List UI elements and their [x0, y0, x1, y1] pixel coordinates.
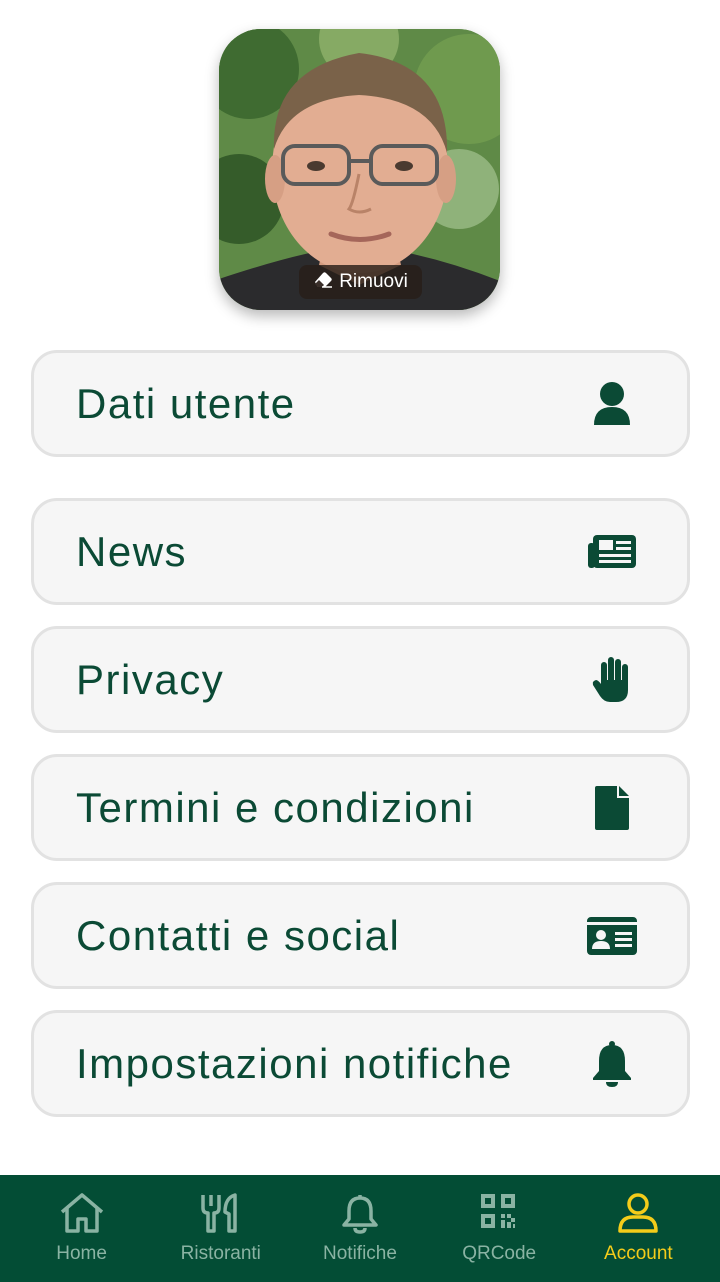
utensils-icon: [198, 1192, 244, 1243]
remove-photo-button[interactable]: Rimuovi: [299, 265, 422, 299]
nav-item-qrcode[interactable]: QRCode: [434, 1175, 564, 1282]
menu-item-label: News: [76, 527, 188, 575]
nav-item-ristoranti[interactable]: Ristoranti: [156, 1175, 286, 1282]
nav-item-notifiche[interactable]: Notifiche: [295, 1175, 425, 1282]
bell-outline-icon: [337, 1192, 383, 1243]
menu-item-privacy[interactable]: Privacy: [31, 626, 690, 733]
home-icon: [59, 1192, 105, 1243]
hand-icon: [585, 653, 639, 707]
newspaper-icon: [585, 525, 639, 579]
file-icon: [585, 781, 639, 835]
nav-label: Notifiche: [323, 1243, 397, 1264]
menu-item-impostazioni-notifiche[interactable]: Impostazioni notifiche: [31, 1010, 690, 1117]
profile-avatar[interactable]: Rimuovi: [219, 29, 500, 310]
nav-label: Ristoranti: [180, 1243, 261, 1264]
account-icon: [615, 1192, 661, 1243]
menu-item-dati-utente[interactable]: Dati utente: [31, 350, 690, 457]
qrcode-icon: [476, 1192, 522, 1243]
nav-item-home[interactable]: Home: [17, 1175, 147, 1282]
bottom-navigation: Home Ristoranti Notifiche QRCode Account: [0, 1175, 720, 1282]
remove-photo-label: Rimuovi: [339, 271, 408, 292]
menu-item-label: Dati utente: [76, 379, 296, 427]
menu-item-news[interactable]: News: [31, 498, 690, 605]
menu-item-contatti-social[interactable]: Contatti e social: [31, 882, 690, 989]
nav-label: Home: [56, 1243, 107, 1264]
menu-item-label: Impostazioni notifiche: [76, 1039, 513, 1087]
nav-label: QRCode: [462, 1243, 537, 1264]
menu-item-termini-condizioni[interactable]: Termini e condizioni: [31, 754, 690, 861]
nav-item-account[interactable]: Account: [573, 1175, 703, 1282]
menu-item-label: Privacy: [76, 655, 225, 703]
nav-label: Account: [604, 1243, 673, 1264]
id-card-icon: [585, 909, 639, 963]
bell-icon: [585, 1037, 639, 1091]
eraser-icon: [313, 270, 333, 294]
account-screen: Rimuovi Dati utente News Privacy Termini…: [0, 0, 720, 1282]
menu-item-label: Termini e condizioni: [76, 783, 475, 831]
user-icon: [585, 377, 639, 431]
menu-item-label: Contatti e social: [76, 911, 401, 959]
